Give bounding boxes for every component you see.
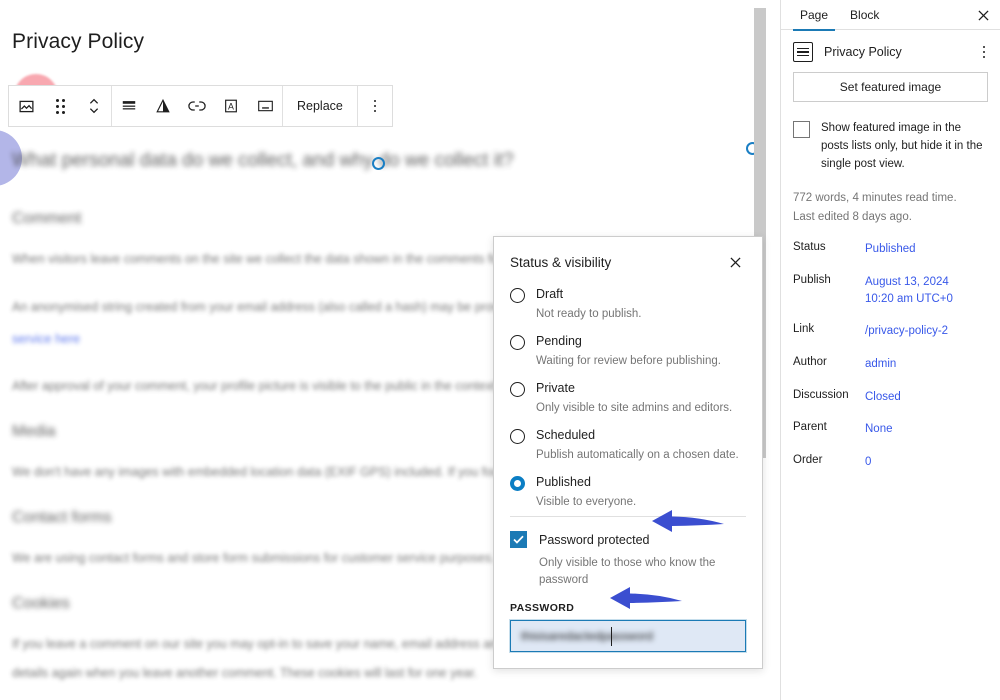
status-option-row[interactable]: Private bbox=[510, 381, 746, 398]
block-toolbar: A Replace bbox=[8, 85, 393, 127]
status-option-description: Waiting for review before publishing. bbox=[536, 355, 721, 368]
status-and-visibility-popover: Status & visibility Draft Not ready to p… bbox=[493, 236, 763, 669]
document-stats: 772 words, 4 minutes read time. Last edi… bbox=[781, 189, 1000, 227]
page-settings-sidebar: Page Block Privacy Policy Set featured i… bbox=[780, 0, 1000, 700]
page-document-icon bbox=[793, 42, 813, 62]
password-protected-description: Only visible to those who know the passw… bbox=[539, 557, 716, 586]
toolbar-group-more bbox=[358, 86, 392, 126]
status-option-label: Published bbox=[536, 475, 591, 490]
image-icon[interactable] bbox=[9, 86, 43, 126]
chevron-updown-icon[interactable] bbox=[77, 86, 111, 126]
status-option-label: Scheduled bbox=[536, 428, 596, 443]
blue-circle-marker bbox=[372, 157, 385, 170]
toolbar-group-format: A bbox=[112, 86, 283, 126]
status-option-scheduled[interactable]: Scheduled Publish automatically on a cho… bbox=[510, 428, 746, 463]
show-featured-image-checkbox[interactable] bbox=[793, 121, 810, 138]
meta-value-link[interactable]: /privacy-policy-2 bbox=[865, 323, 948, 340]
status-option-pending[interactable]: Pending Waiting for review before publis… bbox=[510, 334, 746, 369]
status-option-row[interactable]: Scheduled bbox=[510, 428, 746, 445]
password-field-label: PASSWORD bbox=[510, 601, 575, 614]
meta-key: Author bbox=[793, 356, 827, 369]
meta-value-parent[interactable]: None bbox=[865, 421, 893, 438]
text-caret bbox=[611, 626, 612, 646]
radio-scheduled[interactable] bbox=[510, 429, 525, 445]
word-count-note: 772 words, 4 minutes read time. bbox=[793, 192, 957, 205]
meta-row-discussion: Discussion Closed bbox=[793, 389, 988, 406]
status-option-row[interactable]: Draft bbox=[510, 287, 746, 303]
status-option-description: Only visible to site admins and editors. bbox=[536, 402, 733, 415]
show-featured-image-row[interactable]: Show featured image in the posts lists o… bbox=[793, 120, 988, 173]
radio-private[interactable] bbox=[510, 382, 525, 398]
close-icon[interactable] bbox=[972, 4, 994, 26]
tab-page[interactable]: Page bbox=[789, 0, 839, 31]
page-title[interactable]: Privacy Policy bbox=[12, 30, 144, 54]
kebab-menu-icon[interactable] bbox=[980, 43, 989, 62]
password-input-value: thisisaredactedpassword bbox=[521, 628, 654, 643]
meta-row-author: Author admin bbox=[793, 356, 988, 373]
app-root: Privacy Policy A Replace What personal d… bbox=[0, 0, 1000, 700]
status-option-published[interactable]: Published Visible to everyone. bbox=[510, 475, 746, 510]
status-option-description: Publish automatically on a chosen date. bbox=[536, 449, 739, 462]
tab-block[interactable]: Block bbox=[839, 0, 890, 30]
radio-published[interactable] bbox=[510, 476, 525, 492]
status-option-private[interactable]: Private Only visible to site admins and … bbox=[510, 381, 746, 416]
link-icon[interactable] bbox=[180, 86, 214, 126]
meta-row-status: Status Published bbox=[793, 241, 988, 258]
meta-row-link: Link /privacy-policy-2 bbox=[793, 323, 988, 340]
meta-value-publish[interactable]: August 13, 2024 10:20 am UTC+0 bbox=[865, 274, 953, 307]
crop-triangle-icon[interactable] bbox=[146, 86, 180, 126]
meta-key: Discussion bbox=[793, 388, 849, 401]
kebab-glyph bbox=[982, 45, 985, 59]
status-option-description: Not ready to publish. bbox=[536, 308, 642, 320]
document-title: Privacy Policy bbox=[824, 45, 902, 59]
document-summary-row: Privacy Policy bbox=[781, 30, 1000, 72]
radio-draft[interactable] bbox=[510, 288, 525, 303]
replace-button[interactable]: Replace bbox=[283, 86, 357, 126]
show-featured-image-label: Show featured image in the posts lists o… bbox=[821, 122, 983, 170]
kebab-menu-icon[interactable] bbox=[358, 86, 392, 126]
meta-row-parent: Parent None bbox=[793, 421, 988, 438]
toolbar-group-block bbox=[9, 86, 112, 126]
meta-key: Link bbox=[793, 323, 815, 336]
status-option-row[interactable]: Published bbox=[510, 475, 746, 492]
popover-title: Status & visibility bbox=[510, 254, 612, 270]
meta-value-order[interactable]: 0 bbox=[865, 454, 871, 471]
align-icon[interactable] bbox=[112, 86, 146, 126]
meta-value-author[interactable]: admin bbox=[865, 356, 896, 373]
status-option-draft[interactable]: Draft Not ready to publish. bbox=[510, 287, 746, 322]
last-edited-note: Last edited 8 days ago. bbox=[793, 211, 912, 224]
meta-value-discussion[interactable]: Closed bbox=[865, 389, 901, 406]
popover-divider bbox=[510, 516, 746, 518]
kebab-glyph bbox=[373, 99, 377, 113]
status-option-row[interactable]: Pending bbox=[510, 334, 746, 351]
meta-key: Status bbox=[793, 241, 826, 254]
caption-icon[interactable] bbox=[248, 86, 282, 126]
popover-header: Status & visibility bbox=[510, 251, 746, 273]
status-option-label: Private bbox=[536, 381, 575, 396]
meta-value-status[interactable]: Published bbox=[865, 241, 916, 258]
password-protected-checkbox[interactable] bbox=[510, 531, 527, 549]
status-option-label: Draft bbox=[536, 287, 564, 301]
drag-dots-glyph bbox=[55, 98, 65, 114]
status-option-label: Pending bbox=[536, 334, 582, 349]
drag-dots-icon[interactable] bbox=[43, 86, 77, 126]
svg-text:A: A bbox=[228, 102, 234, 112]
toolbar-group-replace: Replace bbox=[283, 86, 358, 126]
set-featured-image-button[interactable]: Set featured image bbox=[793, 72, 988, 102]
meta-row-publish: Publish August 13, 2024 10:20 am UTC+0 bbox=[793, 274, 988, 307]
meta-key: Order bbox=[793, 454, 823, 467]
password-protected-label: Password protected bbox=[539, 532, 650, 547]
radio-pending[interactable] bbox=[510, 335, 525, 351]
sidebar-tabs: Page Block bbox=[781, 0, 1000, 31]
add-text-over-image-icon[interactable]: A bbox=[214, 86, 248, 126]
page-meta-table: Status Published Publish August 13, 2024… bbox=[793, 241, 988, 470]
password-input[interactable]: thisisaredactedpassword bbox=[510, 619, 746, 652]
password-protected-row[interactable]: Password protected bbox=[510, 531, 746, 549]
meta-key: Publish bbox=[793, 274, 831, 287]
status-option-description: Visible to everyone. bbox=[536, 496, 637, 509]
close-icon[interactable] bbox=[724, 251, 746, 273]
meta-key: Parent bbox=[793, 421, 827, 434]
meta-row-order: Order 0 bbox=[793, 454, 988, 471]
content-heading: Comment bbox=[12, 210, 82, 227]
